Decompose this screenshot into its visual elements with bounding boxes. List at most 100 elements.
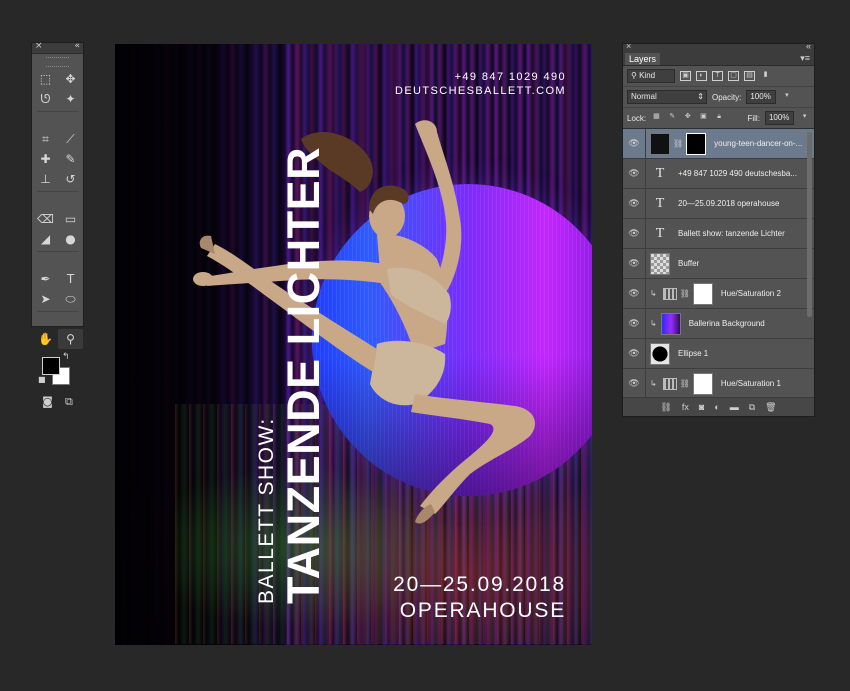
filter-shape-icon[interactable]: ▢: [728, 71, 739, 81]
eyedropper-tool-icon[interactable]: ⟋: [58, 129, 83, 149]
magic-wand-tool-icon[interactable]: ✦: [58, 89, 83, 109]
layer-name[interactable]: +49 847 1029 490 deutschesba...: [678, 169, 797, 178]
layer-thumbnail[interactable]: [650, 132, 670, 155]
filter-kind-select[interactable]: ⚲ Kind: [627, 69, 675, 83]
link-icon[interactable]: ⛓: [680, 289, 690, 298]
title-text: TANZENDE LICHTER: [278, 146, 329, 604]
collapse-icon[interactable]: «: [806, 41, 811, 51]
layer-name[interactable]: Buffer: [678, 259, 699, 268]
panel-grip[interactable]: [46, 57, 69, 67]
layer-name[interactable]: Ellipse 1: [678, 349, 708, 358]
layer-thumbnail[interactable]: [660, 312, 681, 335]
lasso-tool-icon[interactable]: ᘎ: [33, 89, 58, 109]
lock-artboard-icon[interactable]: ▣: [698, 113, 709, 123]
path-selection-tool-icon[interactable]: ➤: [33, 289, 58, 309]
link-icon[interactable]: ⛓: [680, 379, 690, 388]
layer-row[interactable]: 👁︎ T Ballett show: tanzende Lichter: [623, 219, 814, 249]
opacity-label: Opacity:: [712, 92, 742, 102]
link-icon[interactable]: ⛓: [660, 402, 671, 413]
lock-transparent-icon[interactable]: ▦: [651, 113, 662, 123]
foreground-color-swatch[interactable]: [42, 357, 60, 375]
screen-mode-icon[interactable]: ⧉: [65, 395, 73, 409]
visibility-eye-icon[interactable]: 👁︎: [623, 189, 646, 218]
default-colors-icon[interactable]: ■: [38, 375, 46, 384]
venue-text: OPERAHOUSE: [399, 599, 566, 622]
eraser-tool-icon[interactable]: ⌫: [33, 209, 58, 229]
visibility-eye-icon[interactable]: 👁︎: [623, 309, 646, 338]
type-tool-icon[interactable]: T: [58, 269, 83, 289]
quick-mask-icon[interactable]: ◙: [42, 395, 53, 409]
link-icon[interactable]: ⛓: [673, 139, 683, 148]
lock-row: Lock: ▦ ✎ ✥ ▣ 🔒︎ Fill: 100% ▾: [623, 108, 814, 129]
gradient-tool-icon[interactable]: ▭: [58, 209, 83, 229]
document-canvas[interactable]: +49 847 1029 490 DEUTSCHESBALLETT.COM BA…: [115, 44, 592, 645]
layer-thumbnail[interactable]: [650, 342, 670, 365]
crop-tool-icon[interactable]: ⌗: [33, 129, 58, 149]
mask-icon[interactable]: ◙: [699, 402, 704, 412]
layer-row[interactable]: 👁︎ Buffer: [623, 249, 814, 279]
lock-position-icon[interactable]: ✥: [682, 113, 693, 123]
visibility-eye-icon[interactable]: 👁︎: [623, 129, 646, 158]
move-tool-icon[interactable]: ✥: [58, 69, 83, 89]
chevron-down-icon[interactable]: ▾: [781, 92, 792, 102]
hand-tool-icon[interactable]: ✋: [33, 329, 58, 349]
panel-menu-icon[interactable]: ▾≡: [800, 53, 810, 64]
tab-layers[interactable]: Layers: [625, 53, 661, 65]
close-icon[interactable]: ×: [626, 41, 631, 51]
fx-icon[interactable]: fx: [682, 402, 689, 412]
blend-mode-select[interactable]: Normal ⇕: [627, 90, 707, 104]
lock-all-icon[interactable]: 🔒︎: [714, 113, 725, 123]
pen-tool-icon[interactable]: ✒: [33, 269, 58, 289]
filter-smart-object-icon[interactable]: ▤: [744, 71, 755, 81]
opacity-field[interactable]: 100%: [746, 90, 777, 104]
layer-row[interactable]: 👁︎ T +49 847 1029 490 deutschesba...: [623, 159, 814, 189]
layer-row[interactable]: 👁︎ ↳ ⛓ Hue/Saturation 1: [623, 369, 814, 399]
layer-name[interactable]: Hue/Saturation 1: [721, 379, 781, 388]
layer-name[interactable]: 20—25.09.2018 operahouse: [678, 199, 779, 208]
visibility-eye-icon[interactable]: 👁︎: [623, 369, 646, 398]
layer-row[interactable]: 👁︎ T 20—25.09.2018 operahouse: [623, 189, 814, 219]
visibility-eye-icon[interactable]: 👁︎: [623, 279, 646, 308]
layer-name[interactable]: Ballett show: tanzende Lichter: [678, 229, 785, 238]
layer-mask-thumbnail[interactable]: [692, 282, 713, 305]
filter-adjustment-icon[interactable]: ◐: [696, 71, 707, 81]
zoom-tool-icon[interactable]: ⚲: [58, 329, 83, 349]
layer-name[interactable]: Hue/Saturation 2: [721, 289, 781, 298]
folder-icon[interactable]: ▬: [730, 402, 739, 412]
layer-row[interactable]: 👁︎ Ellipse 1: [623, 339, 814, 369]
layers-scrollbar[interactable]: [807, 132, 812, 317]
collapse-icon[interactable]: «: [74, 41, 80, 51]
swap-colors-icon[interactable]: ↰: [62, 352, 70, 362]
fill-field[interactable]: 100%: [764, 111, 795, 125]
filter-type-icon[interactable]: T: [712, 71, 723, 81]
dodge-tool-icon[interactable]: ●: [58, 229, 83, 249]
brush-tool-icon[interactable]: ✎: [58, 149, 83, 169]
history-brush-tool-icon[interactable]: ↺: [58, 169, 83, 189]
layer-row[interactable]: 👁︎ ↳ ⛓ Hue/Saturation 2: [623, 279, 814, 309]
layer-name[interactable]: Ballerina Background: [689, 319, 765, 328]
healing-brush-tool-icon[interactable]: ✚: [33, 149, 58, 169]
layer-mask-thumbnail[interactable]: [686, 132, 707, 155]
clone-stamp-tool-icon[interactable]: ⊥: [33, 169, 58, 189]
visibility-eye-icon[interactable]: 👁︎: [623, 219, 646, 248]
close-icon[interactable]: ×: [35, 41, 43, 51]
layer-row[interactable]: 👁︎ ↳ Ballerina Background: [623, 309, 814, 339]
adjustment-icon[interactable]: ◐: [714, 402, 719, 412]
visibility-eye-icon[interactable]: 👁︎: [623, 159, 646, 188]
new-layer-icon[interactable]: ⧉: [749, 402, 755, 413]
trash-icon[interactable]: 🗑︎: [765, 402, 776, 413]
blur-tool-icon[interactable]: ◢: [33, 229, 58, 249]
layer-thumbnail[interactable]: [650, 252, 670, 275]
chevron-down-icon[interactable]: ▾: [799, 113, 810, 123]
layer-mask-thumbnail[interactable]: [692, 372, 713, 395]
lock-pixels-icon[interactable]: ✎: [667, 113, 678, 123]
visibility-eye-icon[interactable]: 👁︎: [623, 339, 646, 368]
marquee-tool-icon[interactable]: ⬚: [33, 69, 58, 89]
filter-pixel-icon[interactable]: ▣: [680, 71, 691, 81]
layer-name[interactable]: young-teen-dancer-on-...: [714, 139, 802, 148]
visibility-eye-icon[interactable]: 👁︎: [623, 249, 646, 278]
filter-toggle-icon[interactable]: ▮: [760, 71, 771, 81]
layer-row[interactable]: 👁︎ ⛓ young-teen-dancer-on-...: [623, 129, 814, 159]
ellipse-tool-icon[interactable]: ⬭: [58, 289, 83, 309]
contact-info: +49 847 1029 490 DEUTSCHESBALLETT.COM: [395, 70, 566, 98]
